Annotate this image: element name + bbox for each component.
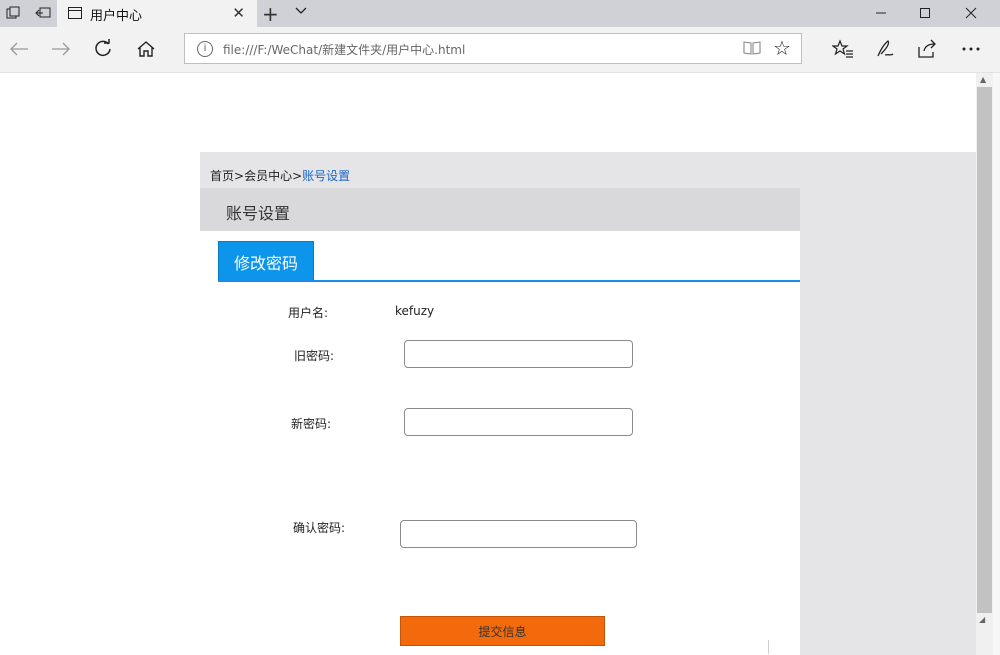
username-label: 用户名: [288, 306, 329, 320]
new-password-label: 新密码: [291, 417, 332, 431]
chevron-down-icon[interactable] [294, 4, 308, 20]
panel-title: 账号设置 [226, 204, 291, 223]
submit-button[interactable]: 提交信息 [400, 616, 605, 646]
new-tab-icon[interactable]: + [262, 2, 279, 26]
scroll-down-icon[interactable]: ◢ [979, 615, 985, 624]
new-password-input[interactable] [404, 408, 633, 436]
scroll-up-icon[interactable]: ▲ [980, 75, 986, 84]
divider [768, 640, 769, 654]
address-bar[interactable]: i file:///F:/WeChat/新建文件夹/用户中心.html ☆ [184, 33, 802, 64]
browser-tab[interactable]: 用户中心 ✕ [57, 0, 257, 27]
favorite-star-icon[interactable]: ☆ [773, 36, 791, 60]
tab-title: 用户中心 [90, 9, 143, 24]
breadcrumb-separator: > [234, 169, 245, 183]
panel-header: 账号设置 [200, 188, 800, 231]
close-icon[interactable]: ✕ [232, 4, 245, 22]
reading-view-icon[interactable] [743, 40, 761, 56]
old-password-label: 旧密码: [294, 349, 335, 363]
confirm-password-input[interactable] [400, 520, 637, 548]
confirm-password-label: 确认密码: [293, 521, 346, 535]
username-value: kefuzy [395, 304, 435, 318]
share-icon[interactable] [914, 36, 940, 62]
breadcrumb-separator: > [292, 169, 303, 183]
page-icon [68, 7, 82, 19]
refresh-icon[interactable] [90, 36, 116, 62]
tab-underline [218, 280, 800, 282]
pen-icon[interactable] [872, 36, 898, 62]
vertical-scrollbar[interactable]: ▲ ◢ [976, 73, 993, 655]
tab-change-password[interactable]: 修改密码 [218, 241, 314, 281]
info-icon[interactable]: i [197, 41, 213, 57]
minimize-icon[interactable] [858, 4, 904, 22]
navigation-bar: i file:///F:/WeChat/新建文件夹/用户中心.html ☆ [0, 27, 1000, 73]
title-bar: 用户中心 ✕ + [0, 0, 1000, 27]
maximize-icon[interactable] [902, 4, 948, 22]
more-icon[interactable] [958, 36, 984, 62]
close-window-icon[interactable] [948, 4, 994, 22]
breadcrumb-member-center[interactable]: 会员中心 [244, 169, 292, 183]
back-icon[interactable] [6, 36, 32, 62]
url-text[interactable]: file:///F:/WeChat/新建文件夹/用户中心.html [223, 41, 465, 58]
old-password-input[interactable] [404, 340, 633, 368]
breadcrumb: 首页>会员中心>账号设置 [210, 167, 350, 184]
breadcrumb-home[interactable]: 首页 [210, 169, 234, 183]
scrollbar-thumb[interactable] [977, 87, 992, 613]
home-icon[interactable] [133, 36, 159, 62]
forward-icon[interactable] [48, 36, 74, 62]
set-aside-tabs-icon[interactable] [34, 4, 52, 22]
breadcrumb-current[interactable]: 账号设置 [302, 169, 350, 183]
tab-manager-icon[interactable] [4, 4, 22, 22]
favorites-icon[interactable] [830, 36, 856, 62]
window-edge [993, 73, 1000, 655]
